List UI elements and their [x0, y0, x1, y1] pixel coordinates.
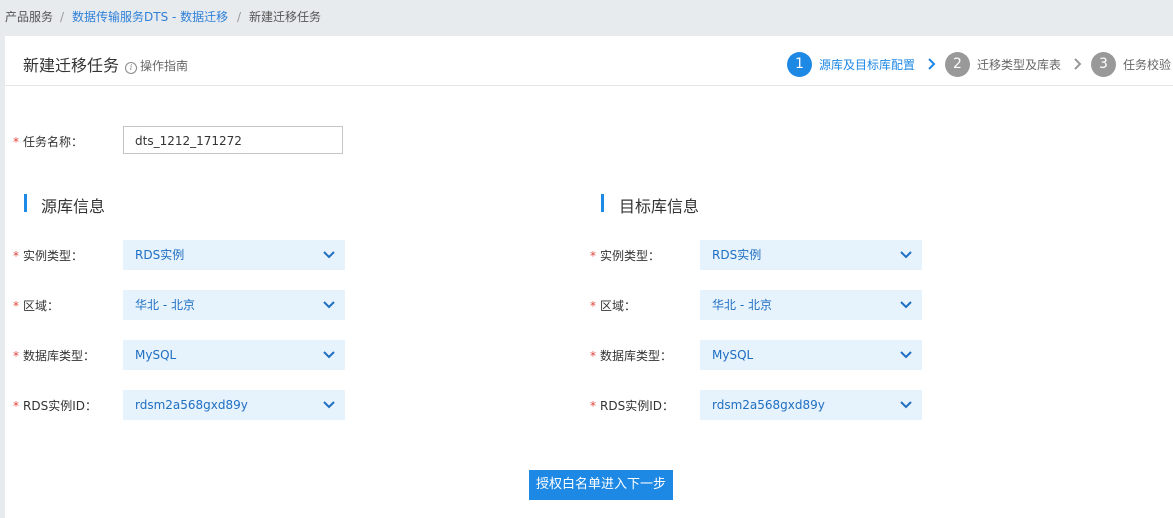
breadcrumb: 产品服务 / 数据传输服务DTS - 数据迁移 / 新建迁移任务 — [0, 0, 1173, 34]
guide-link[interactable]: i 操作指南 — [125, 57, 188, 74]
section-marker — [24, 194, 27, 212]
source-db-type-select[interactable]: MySQL — [123, 340, 345, 370]
source-rds-id-select[interactable]: rdsm2a568gxd89y — [123, 390, 345, 420]
source-db-type-label-text: 数据库类型： — [23, 349, 96, 363]
source-db-type-value: MySQL — [135, 348, 177, 362]
task-name-input[interactable]: dts_1212_171272 — [123, 126, 343, 154]
section-marker — [601, 194, 604, 212]
required-mark: * — [590, 399, 596, 413]
step-1-label: 源库及目标库配置 — [819, 58, 916, 72]
target-rds-id-label: * RDS实例ID： — [590, 397, 674, 414]
required-mark: * — [13, 135, 19, 149]
card-header: 新建迁移任务 i 操作指南 1 源库及目标库配置 2 迁移类型及库表 3 任务校验 — [5, 36, 1173, 86]
chevron-down-icon — [323, 301, 335, 309]
chevron-down-icon — [900, 351, 912, 359]
breadcrumb-item-dts-migration[interactable]: 数据传输服务DTS - 数据迁移 — [72, 0, 228, 34]
info-icon: i — [125, 62, 137, 74]
breadcrumb-item-current: 新建迁移任务 — [249, 10, 322, 24]
chevron-down-icon — [323, 251, 335, 259]
step-3-number: 3 — [1091, 52, 1116, 77]
target-rds-id-select[interactable]: rdsm2a568gxd89y — [700, 390, 922, 420]
breadcrumb-separator: / — [237, 10, 242, 24]
required-mark: * — [590, 299, 596, 313]
source-region-select[interactable]: 华北 - 北京 — [123, 290, 345, 320]
task-name-label: * 任务名称： — [13, 133, 83, 150]
target-region-label-text: 区域： — [600, 299, 637, 313]
authorize-whitelist-next-button[interactable]: 授权白名单进入下一步 — [529, 470, 673, 500]
step-2-number: 2 — [945, 52, 970, 77]
target-instance-type-label-text: 实例类型： — [600, 249, 661, 263]
target-region-select[interactable]: 华北 - 北京 — [700, 290, 922, 320]
target-rds-id-label-text: RDS实例ID： — [600, 399, 674, 413]
step-1-number: 1 — [787, 52, 812, 77]
source-rds-id-label-text: RDS实例ID： — [23, 399, 97, 413]
source-region-label: * 区域： — [13, 297, 59, 314]
task-name-label-text: 任务名称： — [23, 135, 84, 149]
source-instance-type-label-text: 实例类型： — [23, 249, 84, 263]
chevron-down-icon — [323, 401, 335, 409]
chevron-right-icon — [1074, 58, 1082, 70]
breadcrumb-separator: / — [60, 10, 65, 24]
target-instance-type-label: * 实例类型： — [590, 247, 660, 264]
target-region-label: * 区域： — [590, 297, 636, 314]
source-rds-id-value: rdsm2a568gxd89y — [135, 398, 248, 412]
target-instance-type-select[interactable]: RDS实例 — [700, 240, 922, 270]
chevron-down-icon — [323, 351, 335, 359]
guide-label: 操作指南 — [140, 59, 189, 73]
source-region-value: 华北 - 北京 — [135, 298, 195, 312]
target-instance-type-value: RDS实例 — [712, 248, 762, 262]
source-instance-type-select[interactable]: RDS实例 — [123, 240, 345, 270]
target-rds-id-value: rdsm2a568gxd89y — [712, 398, 825, 412]
chevron-down-icon — [900, 251, 912, 259]
required-mark: * — [13, 299, 19, 313]
required-mark: * — [590, 249, 596, 263]
target-db-type-value: MySQL — [712, 348, 754, 362]
source-rds-id-label: * RDS实例ID： — [13, 397, 97, 414]
source-instance-type-label: * 实例类型： — [13, 247, 83, 264]
page-title: 新建迁移任务 — [23, 56, 120, 75]
target-section-title: 目标库信息 — [619, 197, 700, 216]
chevron-down-icon — [900, 301, 912, 309]
target-db-type-select[interactable]: MySQL — [700, 340, 922, 370]
required-mark: * — [13, 249, 19, 263]
target-db-type-label: * 数据库类型： — [590, 347, 672, 364]
step-3-label: 任务校验 — [1123, 58, 1172, 72]
required-mark: * — [13, 349, 19, 363]
source-section-title: 源库信息 — [41, 197, 106, 216]
source-region-label-text: 区域： — [23, 299, 60, 313]
breadcrumb-item-products[interactable]: 产品服务 — [5, 0, 53, 34]
required-mark: * — [13, 399, 19, 413]
chevron-down-icon — [900, 401, 912, 409]
source-instance-type-value: RDS实例 — [135, 248, 185, 262]
chevron-right-icon — [928, 58, 936, 70]
target-db-type-label-text: 数据库类型： — [600, 349, 673, 363]
source-db-type-label: * 数据库类型： — [13, 347, 95, 364]
target-region-value: 华北 - 北京 — [712, 298, 772, 312]
step-2-label: 迁移类型及库表 — [977, 58, 1062, 72]
required-mark: * — [590, 349, 596, 363]
main-card: 新建迁移任务 i 操作指南 1 源库及目标库配置 2 迁移类型及库表 3 任务校验… — [5, 36, 1173, 518]
